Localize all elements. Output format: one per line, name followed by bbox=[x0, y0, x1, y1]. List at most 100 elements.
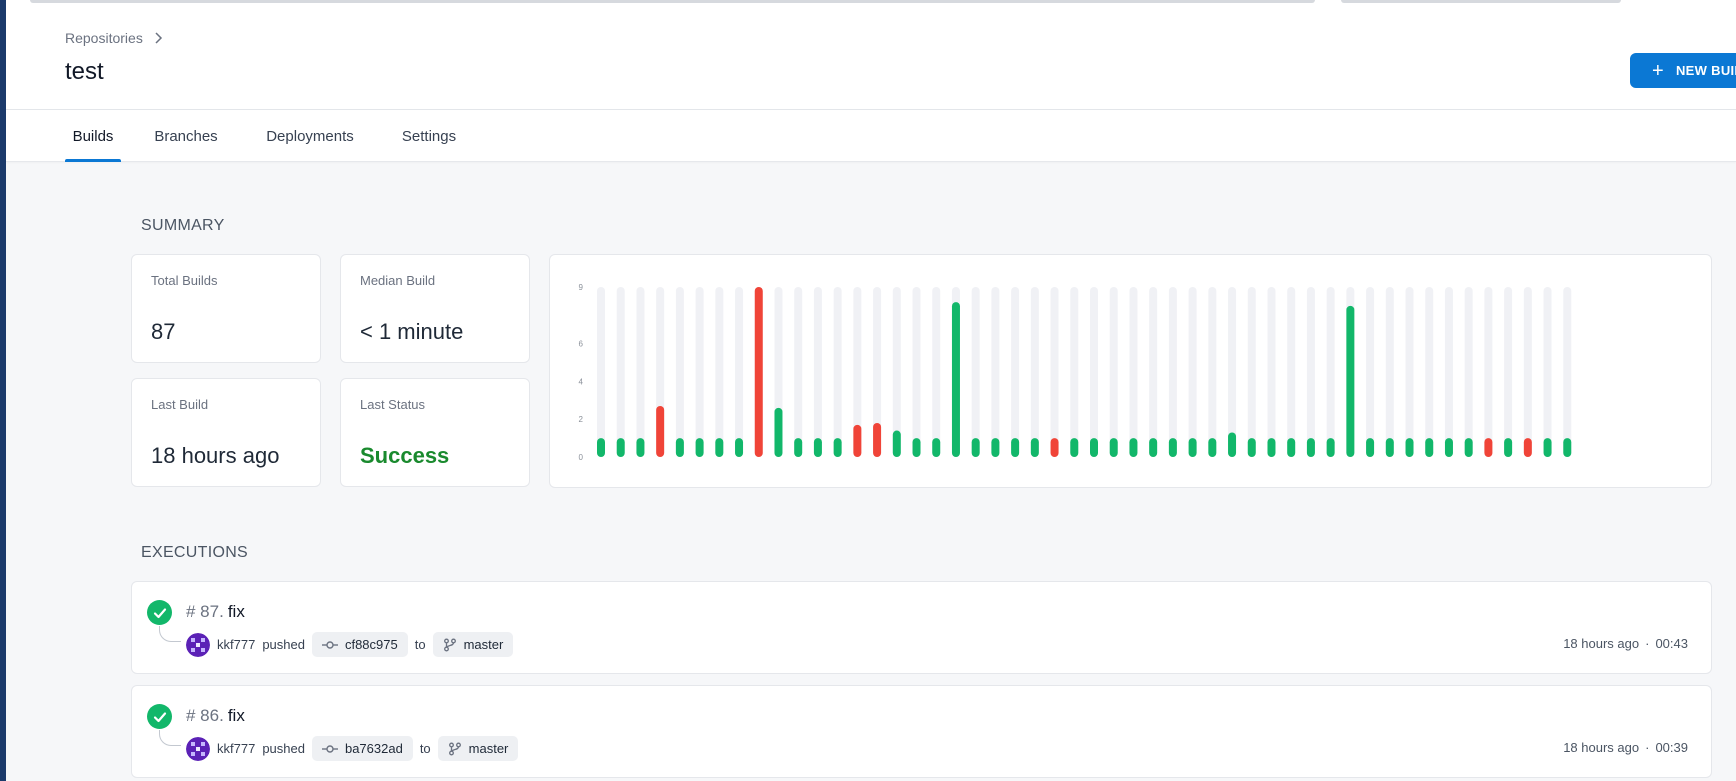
bar-track bbox=[735, 287, 744, 457]
bar-track bbox=[971, 287, 980, 457]
tab-builds-label: Builds bbox=[72, 127, 114, 145]
last-build-value: 18 hours ago bbox=[151, 443, 280, 468]
tree-connector bbox=[159, 730, 181, 746]
bar-track bbox=[1484, 287, 1493, 457]
bar-track bbox=[1267, 287, 1276, 457]
bar-track bbox=[1050, 287, 1059, 457]
build-bar-success[interactable] bbox=[695, 438, 704, 457]
build-bar-success[interactable] bbox=[1109, 438, 1118, 457]
build-bar-success[interactable] bbox=[932, 438, 941, 457]
build-bar-failed[interactable] bbox=[853, 424, 862, 457]
execution-duration: 00:43 bbox=[1655, 636, 1688, 651]
build-bar-success[interactable] bbox=[1306, 438, 1315, 457]
execution-title: # 87. fix bbox=[186, 602, 245, 622]
bar-track bbox=[1247, 287, 1256, 457]
build-bar-success[interactable] bbox=[715, 438, 724, 457]
build-bar-failed[interactable] bbox=[1050, 438, 1059, 457]
commit-chip[interactable]: ba7632ad bbox=[311, 736, 413, 761]
build-bar-success[interactable] bbox=[1070, 438, 1079, 457]
execution-row[interactable]: # 87. fix kkf777 pushed cf88c975 to mast… bbox=[131, 581, 1712, 674]
commit-icon bbox=[321, 640, 338, 649]
build-bar-success[interactable] bbox=[1543, 438, 1552, 457]
build-bar-success[interactable] bbox=[1149, 438, 1158, 457]
build-bar-success[interactable] bbox=[971, 438, 980, 457]
branch-chip[interactable]: master bbox=[432, 632, 514, 657]
build-bar-success[interactable] bbox=[1504, 438, 1513, 457]
build-bar-success[interactable] bbox=[991, 438, 1000, 457]
build-bar-success[interactable] bbox=[833, 438, 842, 457]
bar-track bbox=[1464, 287, 1473, 457]
new-build-button[interactable]: + NEW BUILD bbox=[1630, 53, 1736, 88]
build-bar-success[interactable] bbox=[1444, 438, 1453, 457]
bar-track bbox=[1306, 287, 1315, 457]
build-bar-success[interactable] bbox=[636, 438, 645, 457]
build-bar-success[interactable] bbox=[1228, 432, 1237, 457]
execution-title: # 86. fix bbox=[186, 706, 245, 726]
commit-chip[interactable]: cf88c975 bbox=[311, 632, 408, 657]
page-header: Repositories test + NEW BUILD bbox=[6, 6, 1736, 110]
build-bar-failed[interactable] bbox=[1484, 438, 1493, 457]
branch-chip[interactable]: master bbox=[437, 736, 519, 761]
build-bar-success[interactable] bbox=[813, 438, 822, 457]
median-build-label: Median Build bbox=[360, 273, 436, 288]
build-bar-success[interactable] bbox=[1090, 438, 1098, 457]
build-bar-success[interactable] bbox=[1208, 438, 1217, 457]
bar-track bbox=[1366, 287, 1375, 457]
build-bar-success[interactable] bbox=[1129, 438, 1138, 457]
tab-builds[interactable]: Builds bbox=[65, 110, 121, 162]
bar-track bbox=[636, 287, 645, 457]
execution-action: pushed bbox=[262, 637, 305, 652]
execution-number: # 87. bbox=[186, 602, 224, 621]
build-bar-success[interactable] bbox=[951, 302, 960, 457]
breadcrumb-repositories[interactable]: Repositories bbox=[65, 30, 143, 46]
build-bar-success[interactable] bbox=[1188, 438, 1197, 457]
build-bar-success[interactable] bbox=[1326, 438, 1335, 457]
bar-track bbox=[912, 287, 921, 457]
build-bar-success[interactable] bbox=[1267, 438, 1276, 457]
bar-track bbox=[1444, 287, 1453, 457]
execution-row[interactable]: # 86. fix kkf777 pushed ba7632ad to mast… bbox=[131, 685, 1712, 778]
build-bar-success[interactable] bbox=[1405, 438, 1414, 457]
build-bar-success[interactable] bbox=[1030, 438, 1039, 457]
last-status-card: Last Status Success bbox=[340, 378, 530, 487]
total-builds-card: Total Builds 87 bbox=[131, 254, 321, 363]
top-strip-segment bbox=[30, 0, 1315, 3]
bar-track bbox=[1385, 287, 1394, 457]
build-bar-success[interactable] bbox=[1563, 438, 1572, 457]
build-bar-success[interactable] bbox=[1247, 438, 1256, 457]
execution-message: fix bbox=[227, 602, 245, 621]
build-bar-success[interactable] bbox=[892, 430, 901, 457]
build-bar-success[interactable] bbox=[675, 438, 684, 457]
build-bar-success[interactable] bbox=[1366, 438, 1375, 457]
bar-track bbox=[1405, 287, 1414, 457]
build-bar-success[interactable] bbox=[616, 438, 625, 457]
tab-branches[interactable]: Branches bbox=[151, 110, 221, 162]
tab-deployments[interactable]: Deployments bbox=[260, 110, 360, 162]
build-bar-success[interactable] bbox=[735, 438, 744, 457]
build-bar-failed[interactable] bbox=[656, 406, 665, 457]
build-bar-success[interactable] bbox=[597, 438, 605, 457]
execution-meta: kkf777 pushed ba7632ad to master bbox=[186, 736, 519, 761]
build-bar-success[interactable] bbox=[774, 407, 783, 457]
build-bar-failed[interactable] bbox=[1523, 438, 1532, 457]
build-bar-success[interactable] bbox=[1011, 438, 1020, 457]
bar-track bbox=[1168, 287, 1177, 457]
build-bar-success[interactable] bbox=[1346, 305, 1355, 457]
build-bar-failed[interactable] bbox=[873, 423, 882, 457]
tab-settings[interactable]: Settings bbox=[393, 110, 465, 162]
build-bar-success[interactable] bbox=[794, 438, 803, 457]
total-builds-value: 87 bbox=[151, 319, 176, 344]
build-bar-failed[interactable] bbox=[754, 287, 763, 457]
build-bar-success[interactable] bbox=[1464, 438, 1473, 457]
build-bar-success[interactable] bbox=[1168, 438, 1177, 457]
build-duration-chart: 0 2 4 6 9 bbox=[549, 254, 1712, 488]
build-bar-success[interactable] bbox=[912, 438, 921, 457]
execution-meta: kkf777 pushed cf88c975 to master bbox=[186, 632, 514, 657]
build-bar-success[interactable] bbox=[1425, 438, 1434, 457]
build-bar-success[interactable] bbox=[1385, 438, 1394, 457]
commit-hash: cf88c975 bbox=[344, 637, 398, 652]
last-status-label: Last Status bbox=[360, 397, 426, 412]
execution-author: kkf777 bbox=[217, 741, 256, 756]
bar-track bbox=[1563, 287, 1572, 457]
build-bar-success[interactable] bbox=[1287, 438, 1296, 457]
